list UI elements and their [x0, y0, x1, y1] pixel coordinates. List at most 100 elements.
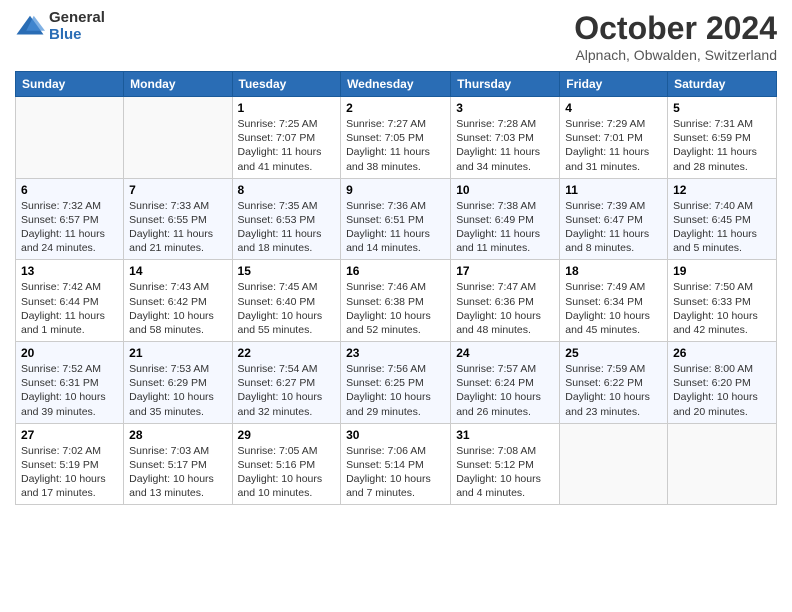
- cell-info: Sunrise: 7:43 AMSunset: 6:42 PMDaylight:…: [129, 280, 226, 337]
- cell-info: Sunrise: 7:31 AMSunset: 6:59 PMDaylight:…: [673, 117, 771, 174]
- table-row: [560, 423, 668, 505]
- calendar-table: Sunday Monday Tuesday Wednesday Thursday…: [15, 71, 777, 505]
- cell-info: Sunrise: 7:45 AMSunset: 6:40 PMDaylight:…: [238, 280, 336, 337]
- logo: General Blue: [15, 10, 105, 43]
- table-row: 19Sunrise: 7:50 AMSunset: 6:33 PMDayligh…: [668, 260, 777, 342]
- cell-date: 2: [346, 101, 445, 115]
- cell-date: 23: [346, 346, 445, 360]
- cell-date: 25: [565, 346, 662, 360]
- cell-info: Sunrise: 7:35 AMSunset: 6:53 PMDaylight:…: [238, 199, 336, 256]
- cell-date: 31: [456, 428, 554, 442]
- table-row: 13 Sunrise: 7:42 AMSunset: 6:44 PMDayligh…: [16, 260, 124, 342]
- cell-info: Sunrise: 7:33 AMSunset: 6:55 PMDaylight:…: [129, 199, 226, 256]
- table-row: 11Sunrise: 7:39 AMSunset: 6:47 PMDayligh…: [560, 178, 668, 260]
- calendar-row: 1 Sunrise: 7:25 AMSunset: 7:07 PMDaylight…: [16, 97, 777, 179]
- table-row: 23 Sunrise: 7:56 AMSunset: 6:25 PMDayligh…: [341, 342, 451, 424]
- table-row: 7 Sunrise: 7:33 AMSunset: 6:55 PMDaylight…: [124, 178, 232, 260]
- table-row: 28Sunrise: 7:03 AMSunset: 5:17 PMDayligh…: [124, 423, 232, 505]
- table-row: 30 Sunrise: 7:06 AMSunset: 5:14 PMDayligh…: [341, 423, 451, 505]
- header-row: Sunday Monday Tuesday Wednesday Thursday…: [16, 72, 777, 97]
- logo-text: General Blue: [49, 10, 105, 43]
- cell-info: Sunrise: 7:49 AMSunset: 6:34 PMDaylight:…: [565, 280, 662, 337]
- cell-date: 18: [565, 264, 662, 278]
- cell-date: 24: [456, 346, 554, 360]
- cell-date: 17: [456, 264, 554, 278]
- table-row: 4Sunrise: 7:29 AMSunset: 7:01 PMDaylight…: [560, 97, 668, 179]
- table-row: 9 Sunrise: 7:36 AMSunset: 6:51 PMDaylight…: [341, 178, 451, 260]
- cell-date: 10: [456, 183, 554, 197]
- table-row: 1 Sunrise: 7:25 AMSunset: 7:07 PMDaylight…: [232, 97, 341, 179]
- table-row: 31 Sunrise: 7:08 AMSunset: 5:12 PMDayligh…: [451, 423, 560, 505]
- table-row: 18 Sunrise: 7:49 AMSunset: 6:34 PMDayligh…: [560, 260, 668, 342]
- header: General Blue October 2024 Alpnach, Obwal…: [15, 10, 777, 63]
- cell-info: Sunrise: 7:02 AMSunset: 5:19 PMDaylight:…: [21, 444, 118, 501]
- table-row: 8 Sunrise: 7:35 AMSunset: 6:53 PMDaylight…: [232, 178, 341, 260]
- cell-info: Sunrise: 7:25 AMSunset: 7:07 PMDaylight:…: [238, 117, 336, 174]
- cell-date: 9: [346, 183, 445, 197]
- cell-date: 30: [346, 428, 445, 442]
- col-thursday: Thursday: [451, 72, 560, 97]
- cell-info: Sunrise: 7:47 AMSunset: 6:36 PMDaylight:…: [456, 280, 554, 337]
- cell-info: Sunrise: 7:08 AMSunset: 5:12 PMDaylight:…: [456, 444, 554, 501]
- cell-info: Sunrise: 7:36 AMSunset: 6:51 PMDaylight:…: [346, 199, 445, 256]
- col-wednesday: Wednesday: [341, 72, 451, 97]
- col-sunday: Sunday: [16, 72, 124, 97]
- table-row: [16, 97, 124, 179]
- table-row: 15Sunrise: 7:45 AMSunset: 6:40 PMDayligh…: [232, 260, 341, 342]
- cell-info: Sunrise: 8:00 AMSunset: 6:20 PMDaylight:…: [673, 362, 771, 419]
- col-friday: Friday: [560, 72, 668, 97]
- cell-date: 1: [238, 101, 336, 115]
- calendar-row: 27Sunrise: 7:02 AMSunset: 5:19 PMDayligh…: [16, 423, 777, 505]
- cell-date: 11: [565, 183, 662, 197]
- cell-date: 4: [565, 101, 662, 115]
- cell-info: Sunrise: 7:40 AMSunset: 6:45 PMDaylight:…: [673, 199, 771, 256]
- table-row: 17 Sunrise: 7:47 AMSunset: 6:36 PMDayligh…: [451, 260, 560, 342]
- table-row: 26 Sunrise: 8:00 AMSunset: 6:20 PMDayligh…: [668, 342, 777, 424]
- cell-date: 26: [673, 346, 771, 360]
- cell-info: Sunrise: 7:56 AMSunset: 6:25 PMDaylight:…: [346, 362, 445, 419]
- cell-date: 29: [238, 428, 336, 442]
- cell-date: 16: [346, 264, 445, 278]
- cell-date: 20: [21, 346, 118, 360]
- cell-info: Sunrise: 7:27 AMSunset: 7:05 PMDaylight:…: [346, 117, 445, 174]
- cell-date: 3: [456, 101, 554, 115]
- table-row: 12Sunrise: 7:40 AMSunset: 6:45 PMDayligh…: [668, 178, 777, 260]
- cell-info: Sunrise: 7:38 AMSunset: 6:49 PMDaylight:…: [456, 199, 554, 256]
- calendar-row: 20 Sunrise: 7:52 AMSunset: 6:31 PMDayligh…: [16, 342, 777, 424]
- col-monday: Monday: [124, 72, 232, 97]
- cell-info: Sunrise: 7:50 AMSunset: 6:33 PMDaylight:…: [673, 280, 771, 337]
- col-saturday: Saturday: [668, 72, 777, 97]
- month-title: October 2024: [574, 10, 777, 47]
- location: Alpnach, Obwalden, Switzerland: [574, 47, 777, 63]
- logo-general-text: General: [49, 10, 105, 27]
- title-block: October 2024 Alpnach, Obwalden, Switzerl…: [574, 10, 777, 63]
- cell-info: Sunrise: 7:06 AMSunset: 5:14 PMDaylight:…: [346, 444, 445, 501]
- table-row: 6Sunrise: 7:32 AMSunset: 6:57 PMDaylight…: [16, 178, 124, 260]
- cell-info: Sunrise: 7:46 AMSunset: 6:38 PMDaylight:…: [346, 280, 445, 337]
- cell-date: 8: [238, 183, 336, 197]
- table-row: 25 Sunrise: 7:59 AMSunset: 6:22 PMDayligh…: [560, 342, 668, 424]
- logo-icon: [15, 12, 45, 42]
- cell-date: 28: [129, 428, 226, 442]
- cell-date: 7: [129, 183, 226, 197]
- table-row: 20 Sunrise: 7:52 AMSunset: 6:31 PMDayligh…: [16, 342, 124, 424]
- cell-info: Sunrise: 7:52 AMSunset: 6:31 PMDaylight:…: [21, 362, 118, 419]
- cell-date: 5: [673, 101, 771, 115]
- cell-info: Sunrise: 7:42 AMSunset: 6:44 PMDaylight:…: [21, 280, 118, 337]
- cell-info: Sunrise: 7:54 AMSunset: 6:27 PMDaylight:…: [238, 362, 336, 419]
- cell-date: 13: [21, 264, 118, 278]
- cell-info: Sunrise: 7:05 AMSunset: 5:16 PMDaylight:…: [238, 444, 336, 501]
- table-row: 5 Sunrise: 7:31 AMSunset: 6:59 PMDaylight…: [668, 97, 777, 179]
- table-row: [668, 423, 777, 505]
- cell-date: 21: [129, 346, 226, 360]
- cell-date: 6: [21, 183, 118, 197]
- table-row: 29 Sunrise: 7:05 AMSunset: 5:16 PMDayligh…: [232, 423, 341, 505]
- cell-date: 22: [238, 346, 336, 360]
- table-row: 24Sunrise: 7:57 AMSunset: 6:24 PMDayligh…: [451, 342, 560, 424]
- col-tuesday: Tuesday: [232, 72, 341, 97]
- cell-info: Sunrise: 7:59 AMSunset: 6:22 PMDaylight:…: [565, 362, 662, 419]
- table-row: [124, 97, 232, 179]
- table-row: 21 Sunrise: 7:53 AMSunset: 6:29 PMDayligh…: [124, 342, 232, 424]
- page: General Blue October 2024 Alpnach, Obwal…: [0, 0, 792, 612]
- cell-info: Sunrise: 7:53 AMSunset: 6:29 PMDaylight:…: [129, 362, 226, 419]
